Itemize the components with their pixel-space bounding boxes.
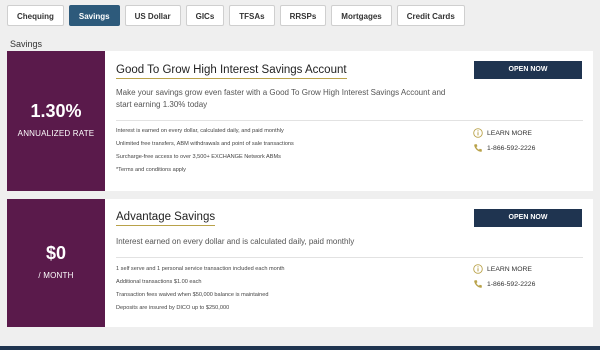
learn-more-label: LEARN MORE	[487, 129, 532, 137]
rate-panel: $0 / MONTH	[7, 199, 105, 327]
feature-item: Transaction fees waived when $50,000 bal…	[116, 292, 269, 298]
info-icon	[473, 128, 483, 138]
tab-savings[interactable]: Savings	[68, 5, 120, 26]
phone-number: 1-866-592-2226	[487, 280, 536, 288]
tab-chequing[interactable]: Chequing	[7, 5, 64, 26]
account-card-advantage-savings: $0 / MONTH Advantage Savings Interest ea…	[7, 199, 593, 327]
product-tabs: Chequing Savings US Dollar GICs TFSAs RR…	[7, 5, 470, 26]
account-card-good-to-grow: 1.30% ANNUALIZED RATE Good To Grow High …	[7, 51, 593, 191]
tab-gics[interactable]: GICs	[185, 5, 225, 26]
section-title: Savings	[10, 39, 43, 49]
phone-icon	[474, 280, 482, 288]
learn-more-label: LEARN MORE	[487, 265, 532, 273]
account-description: Make your savings grow even faster with …	[116, 88, 446, 109]
rate-value: 1.30%	[30, 101, 82, 121]
phone-number: 1-866-592-2226	[487, 144, 536, 152]
tab-credit-cards[interactable]: Credit Cards	[396, 5, 465, 26]
phone-icon	[474, 144, 482, 152]
learn-more-link[interactable]: LEARN MORE	[473, 128, 532, 138]
info-icon	[473, 264, 483, 274]
account-title: Good To Grow High Interest Savings Accou…	[116, 64, 347, 79]
feature-item: Interest is earned on every dollar, calc…	[116, 128, 284, 134]
divider	[116, 120, 583, 121]
learn-more-link[interactable]: LEARN MORE	[473, 264, 532, 274]
rate-value: $0	[45, 243, 67, 263]
tab-rrsps[interactable]: RRSPs	[279, 5, 327, 26]
rate-label: / MONTH	[38, 271, 74, 280]
tab-mortgages[interactable]: Mortgages	[331, 5, 392, 26]
feature-item: Deposits are insured by DICO up to $250,…	[116, 305, 230, 311]
divider	[116, 257, 583, 258]
rate-label: ANNUALIZED RATE	[17, 129, 95, 138]
open-now-button[interactable]: OPEN NOW	[474, 209, 582, 227]
rate-panel: 1.30% ANNUALIZED RATE	[7, 51, 105, 191]
tab-us-dollar[interactable]: US Dollar	[124, 5, 181, 26]
feature-list: Interest is earned on every dollar, calc…	[116, 125, 294, 177]
feature-item: Unlimited free transfers, ABM withdrawal…	[116, 141, 294, 147]
feature-item: Surcharge-free access to over 3,500+ EXC…	[116, 154, 281, 160]
feature-item: Additional transactions $1.00 each	[116, 279, 202, 285]
tab-tfsas[interactable]: TFSAs	[229, 5, 275, 26]
feature-list: 1 self serve and 1 personal service tran…	[116, 263, 285, 315]
phone-link[interactable]: 1-866-592-2226	[473, 279, 535, 289]
account-description: Interest earned on every dollar and is c…	[116, 237, 355, 246]
footer-bar	[0, 346, 600, 350]
phone-link[interactable]: 1-866-592-2226	[473, 143, 535, 153]
feature-item: 1 self serve and 1 personal service tran…	[116, 266, 285, 272]
open-now-button[interactable]: OPEN NOW	[474, 61, 582, 79]
account-title: Advantage Savings	[116, 211, 216, 226]
feature-item: *Terms and conditions apply	[116, 167, 186, 173]
